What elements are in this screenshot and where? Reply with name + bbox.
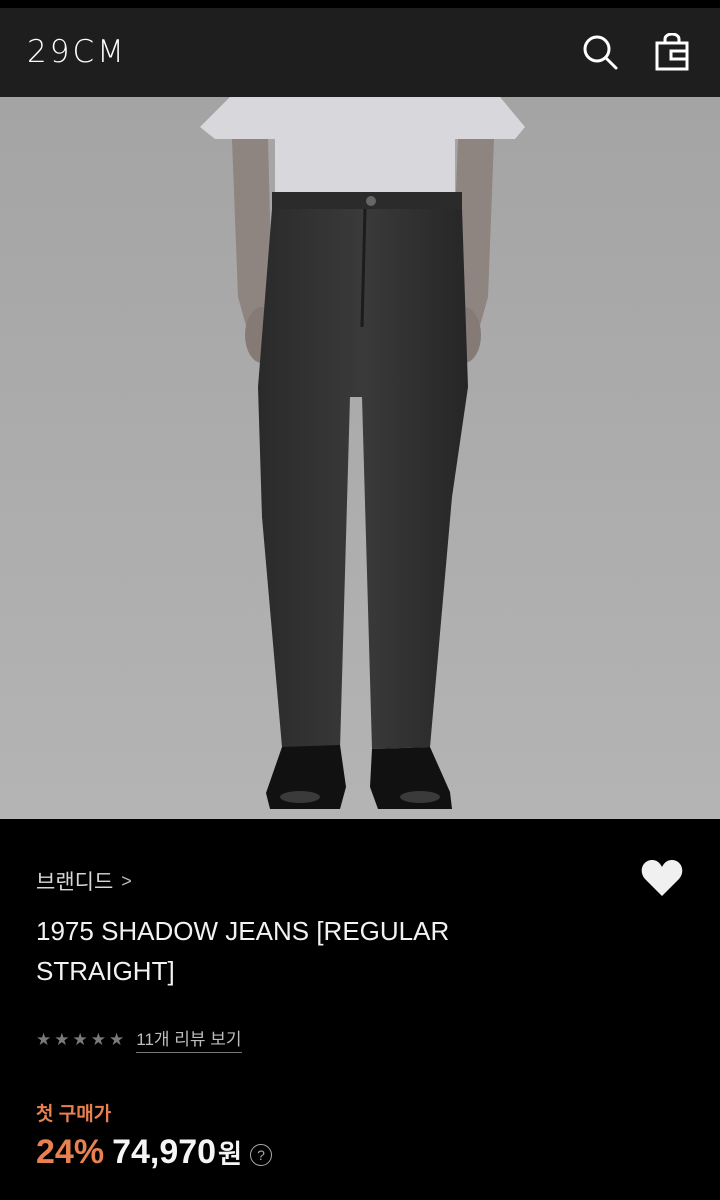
star-icon: ★ xyxy=(36,1029,52,1049)
product-image[interactable] xyxy=(0,97,720,819)
star-icon: ★ xyxy=(72,1029,88,1049)
chevron-right-icon: > xyxy=(121,870,132,891)
top-bar: 29CM xyxy=(0,0,720,97)
star-icon: ★ xyxy=(109,1029,125,1049)
brand-link[interactable]: 브랜디드 > xyxy=(36,866,132,896)
help-icon[interactable]: ? xyxy=(249,1144,272,1166)
rating: ★ ★ ★ ★ ★ 11개 리뷰 보기 xyxy=(36,1025,242,1053)
logo[interactable]: 29CM xyxy=(27,34,127,70)
rating-stars: ★ ★ ★ ★ ★ xyxy=(36,1031,124,1048)
heart-icon[interactable] xyxy=(640,858,684,898)
shopping-bag-icon[interactable] xyxy=(652,32,692,72)
first-purchase-label: 첫 구매가 xyxy=(36,1104,112,1125)
product-title: 1975 SHADOW JEANS [REGULAR STRAIGHT] xyxy=(36,916,450,986)
product-info: 브랜디드 > 1975 SHADOW JEANS [REGULAR STRAIG… xyxy=(0,819,720,1200)
discount-rate: 24% xyxy=(36,1133,105,1171)
star-icon: ★ xyxy=(54,1029,70,1049)
star-icon: ★ xyxy=(90,1029,106,1049)
price-row: 24% 74,970 원 ? xyxy=(36,1133,272,1172)
brand-name: 브랜디드 xyxy=(36,871,114,894)
currency: 원 xyxy=(218,1139,242,1169)
search-icon[interactable] xyxy=(580,32,620,72)
price-value: 74,970 xyxy=(112,1133,217,1171)
review-link[interactable]: 11개 리뷰 보기 xyxy=(136,1025,242,1053)
